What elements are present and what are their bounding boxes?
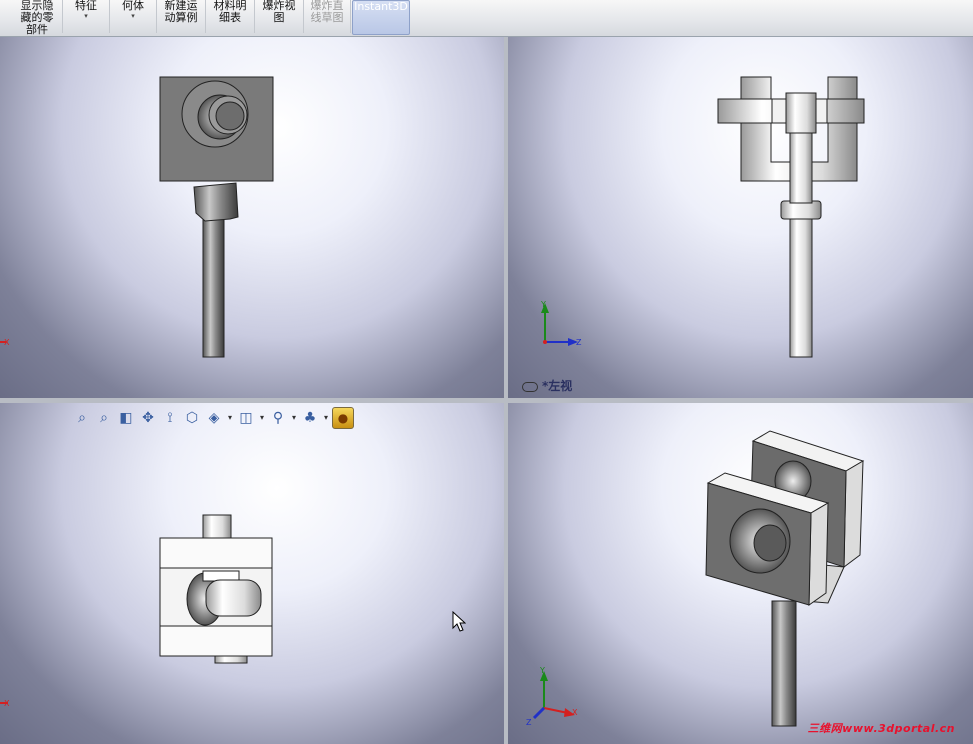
site-watermark: 三维网www.3dportal.cn: [807, 722, 955, 735]
viewport-left[interactable]: Y Z *左视: [508, 37, 973, 398]
axis-x-label: X: [4, 699, 10, 708]
new-motion-study-button[interactable]: 新建运 动算例: [157, 0, 206, 33]
viewport-splitter-horizontal[interactable]: [0, 398, 973, 403]
button-label: 部件: [26, 23, 48, 36]
viewport-isometric[interactable]: Y X Z 三维网www.3dportal.cn: [508, 403, 973, 744]
axis-z-label: Z: [576, 338, 582, 347]
axis-triad: Y Z: [540, 300, 582, 347]
axis-y-label: Y: [539, 666, 545, 675]
viewport-top[interactable]: ⌕ ⌕ ◧ ✥ ⟟ ⬡ ◈ ▾ ◫ ▾ ⚲ ▾ ♣ ▾ ● X: [0, 403, 504, 744]
axis-x-label: X: [4, 338, 10, 347]
button-label: 动算例: [164, 11, 198, 24]
axis-triad: Y X Z: [526, 666, 578, 727]
geometry-button[interactable]: 何体 ▾: [110, 0, 157, 33]
view-orientation-label: *左视: [522, 377, 572, 394]
explode-line-sketch-button[interactable]: 爆炸直 线草图: [304, 0, 351, 33]
chevron-down-icon: ▾: [131, 12, 135, 20]
button-label: 何体: [122, 0, 144, 12]
link-icon[interactable]: [522, 381, 538, 392]
axis-triad: X: [0, 338, 10, 347]
button-label: 线草图: [310, 11, 344, 24]
button-label: 图: [273, 11, 285, 24]
view-name: *左视: [542, 379, 573, 393]
top-view-model: X: [0, 514, 273, 708]
front-view-model: X: [0, 76, 274, 358]
button-label: 特征: [75, 0, 97, 12]
exploded-view-button[interactable]: 爆炸视 图: [255, 0, 304, 33]
features-button[interactable]: 特征 ▾: [63, 0, 110, 33]
bill-of-materials-button[interactable]: 材料明 细表: [206, 0, 255, 33]
axis-triad: X: [0, 699, 10, 708]
viewport-front[interactable]: X: [0, 37, 504, 398]
show-hidden-components-button[interactable]: 显示隐 藏的零 部件: [12, 0, 63, 36]
instant3d-button[interactable]: Instant3D: [352, 0, 410, 35]
axis-z-label: Z: [526, 718, 532, 727]
mouse-pointer-icon: [452, 611, 466, 632]
chevron-down-icon: ▾: [84, 12, 88, 20]
axis-x-label: X: [572, 708, 578, 717]
button-label: 细表: [219, 11, 241, 24]
left-view-model: Y Z: [540, 76, 865, 358]
command-ribbon: 显示隐 藏的零 部件 特征 ▾ 何体 ▾ 新建运 动算例 材料明 细表 爆炸视 …: [0, 0, 973, 37]
viewport-splitter-vertical[interactable]: [504, 37, 508, 744]
button-label: Instant3D: [354, 0, 408, 13]
axis-y-label: Y: [540, 300, 546, 309]
isometric-view-model: Y X Z: [526, 430, 865, 727]
